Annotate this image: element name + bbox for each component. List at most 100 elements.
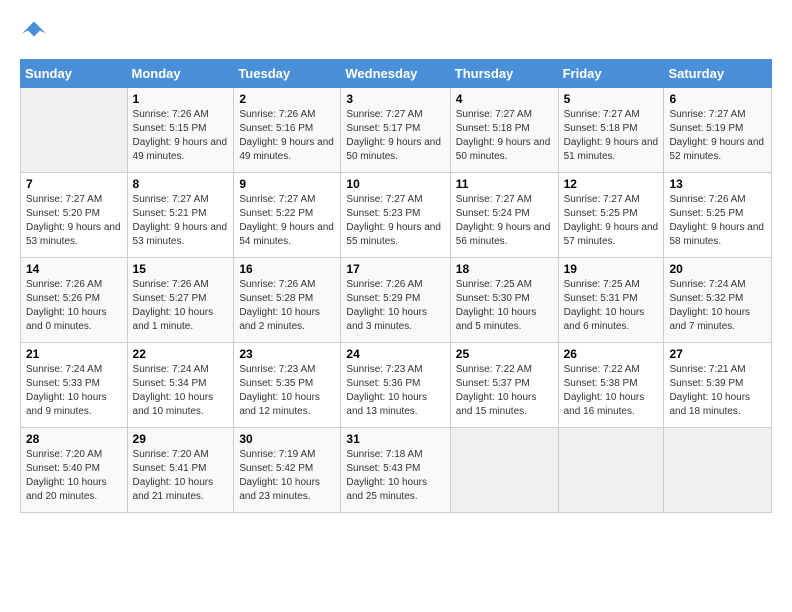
day-number: 9 — [239, 177, 335, 191]
day-number: 13 — [669, 177, 766, 191]
weekday-header-saturday: Saturday — [664, 60, 772, 88]
calendar-cell: 8 Sunrise: 7:27 AM Sunset: 5:21 PM Dayli… — [127, 173, 234, 258]
sunset-text: Sunset: 5:25 PM — [669, 208, 743, 219]
day-number: 3 — [346, 92, 444, 106]
daylight-text: Daylight: 9 hours and 54 minutes. — [239, 222, 334, 247]
sunset-text: Sunset: 5:17 PM — [346, 123, 420, 134]
day-number: 20 — [669, 262, 766, 276]
daylight-text: Daylight: 10 hours and 6 minutes. — [564, 307, 645, 332]
day-info: Sunrise: 7:27 AM Sunset: 5:20 PM Dayligh… — [26, 193, 122, 249]
daylight-text: Daylight: 9 hours and 50 minutes. — [456, 137, 551, 162]
day-number: 23 — [239, 347, 335, 361]
sunrise-text: Sunrise: 7:20 AM — [26, 449, 102, 460]
sunrise-text: Sunrise: 7:26 AM — [133, 279, 209, 290]
day-info: Sunrise: 7:19 AM Sunset: 5:42 PM Dayligh… — [239, 448, 335, 504]
sunset-text: Sunset: 5:30 PM — [456, 293, 530, 304]
daylight-text: Daylight: 10 hours and 12 minutes. — [239, 392, 320, 417]
day-info: Sunrise: 7:20 AM Sunset: 5:41 PM Dayligh… — [133, 448, 229, 504]
sunset-text: Sunset: 5:37 PM — [456, 378, 530, 389]
day-info: Sunrise: 7:27 AM Sunset: 5:22 PM Dayligh… — [239, 193, 335, 249]
sunrise-text: Sunrise: 7:27 AM — [456, 194, 532, 205]
day-info: Sunrise: 7:25 AM Sunset: 5:31 PM Dayligh… — [564, 278, 659, 334]
sunrise-text: Sunrise: 7:19 AM — [239, 449, 315, 460]
calendar-cell: 17 Sunrise: 7:26 AM Sunset: 5:29 PM Dayl… — [341, 258, 450, 343]
day-info: Sunrise: 7:26 AM Sunset: 5:28 PM Dayligh… — [239, 278, 335, 334]
daylight-text: Daylight: 10 hours and 1 minute. — [133, 307, 214, 332]
day-number: 30 — [239, 432, 335, 446]
calendar-cell: 22 Sunrise: 7:24 AM Sunset: 5:34 PM Dayl… — [127, 343, 234, 428]
calendar-cell: 1 Sunrise: 7:26 AM Sunset: 5:15 PM Dayli… — [127, 88, 234, 173]
sunrise-text: Sunrise: 7:25 AM — [564, 279, 640, 290]
logo-bird-icon — [22, 20, 46, 44]
calendar-cell: 11 Sunrise: 7:27 AM Sunset: 5:24 PM Dayl… — [450, 173, 558, 258]
daylight-text: Daylight: 10 hours and 23 minutes. — [239, 477, 320, 502]
calendar-cell: 15 Sunrise: 7:26 AM Sunset: 5:27 PM Dayl… — [127, 258, 234, 343]
calendar-cell — [664, 428, 772, 513]
daylight-text: Daylight: 9 hours and 49 minutes. — [239, 137, 334, 162]
sunrise-text: Sunrise: 7:26 AM — [669, 194, 745, 205]
sunrise-text: Sunrise: 7:24 AM — [133, 364, 209, 375]
calendar-cell: 31 Sunrise: 7:18 AM Sunset: 5:43 PM Dayl… — [341, 428, 450, 513]
day-info: Sunrise: 7:27 AM Sunset: 5:19 PM Dayligh… — [669, 108, 766, 164]
daylight-text: Daylight: 10 hours and 21 minutes. — [133, 477, 214, 502]
daylight-text: Daylight: 9 hours and 50 minutes. — [346, 137, 441, 162]
calendar-cell — [558, 428, 664, 513]
calendar-cell: 25 Sunrise: 7:22 AM Sunset: 5:37 PM Dayl… — [450, 343, 558, 428]
sunrise-text: Sunrise: 7:21 AM — [669, 364, 745, 375]
daylight-text: Daylight: 9 hours and 51 minutes. — [564, 137, 659, 162]
day-info: Sunrise: 7:26 AM Sunset: 5:29 PM Dayligh… — [346, 278, 444, 334]
day-info: Sunrise: 7:20 AM Sunset: 5:40 PM Dayligh… — [26, 448, 122, 504]
sunrise-text: Sunrise: 7:27 AM — [26, 194, 102, 205]
sunrise-text: Sunrise: 7:27 AM — [669, 109, 745, 120]
day-info: Sunrise: 7:24 AM Sunset: 5:32 PM Dayligh… — [669, 278, 766, 334]
day-number: 12 — [564, 177, 659, 191]
sunrise-text: Sunrise: 7:23 AM — [346, 364, 422, 375]
calendar-cell: 12 Sunrise: 7:27 AM Sunset: 5:25 PM Dayl… — [558, 173, 664, 258]
calendar-cell — [21, 88, 128, 173]
calendar-cell: 7 Sunrise: 7:27 AM Sunset: 5:20 PM Dayli… — [21, 173, 128, 258]
calendar-week-2: 7 Sunrise: 7:27 AM Sunset: 5:20 PM Dayli… — [21, 173, 772, 258]
day-number: 14 — [26, 262, 122, 276]
day-info: Sunrise: 7:27 AM Sunset: 5:18 PM Dayligh… — [456, 108, 553, 164]
day-info: Sunrise: 7:22 AM Sunset: 5:37 PM Dayligh… — [456, 363, 553, 419]
day-info: Sunrise: 7:26 AM Sunset: 5:27 PM Dayligh… — [133, 278, 229, 334]
daylight-text: Daylight: 10 hours and 15 minutes. — [456, 392, 537, 417]
calendar-cell: 19 Sunrise: 7:25 AM Sunset: 5:31 PM Dayl… — [558, 258, 664, 343]
day-info: Sunrise: 7:22 AM Sunset: 5:38 PM Dayligh… — [564, 363, 659, 419]
day-info: Sunrise: 7:26 AM Sunset: 5:16 PM Dayligh… — [239, 108, 335, 164]
daylight-text: Daylight: 10 hours and 18 minutes. — [669, 392, 750, 417]
daylight-text: Daylight: 9 hours and 53 minutes. — [26, 222, 121, 247]
sunrise-text: Sunrise: 7:26 AM — [239, 279, 315, 290]
sunrise-text: Sunrise: 7:18 AM — [346, 449, 422, 460]
weekday-header-friday: Friday — [558, 60, 664, 88]
daylight-text: Daylight: 10 hours and 5 minutes. — [456, 307, 537, 332]
calendar-cell: 24 Sunrise: 7:23 AM Sunset: 5:36 PM Dayl… — [341, 343, 450, 428]
calendar-cell: 2 Sunrise: 7:26 AM Sunset: 5:16 PM Dayli… — [234, 88, 341, 173]
calendar-week-1: 1 Sunrise: 7:26 AM Sunset: 5:15 PM Dayli… — [21, 88, 772, 173]
sunset-text: Sunset: 5:22 PM — [239, 208, 313, 219]
sunset-text: Sunset: 5:40 PM — [26, 463, 100, 474]
day-info: Sunrise: 7:23 AM Sunset: 5:35 PM Dayligh… — [239, 363, 335, 419]
daylight-text: Daylight: 10 hours and 2 minutes. — [239, 307, 320, 332]
calendar-cell: 23 Sunrise: 7:23 AM Sunset: 5:35 PM Dayl… — [234, 343, 341, 428]
daylight-text: Daylight: 9 hours and 53 minutes. — [133, 222, 228, 247]
sunrise-text: Sunrise: 7:26 AM — [346, 279, 422, 290]
day-info: Sunrise: 7:26 AM Sunset: 5:25 PM Dayligh… — [669, 193, 766, 249]
day-info: Sunrise: 7:26 AM Sunset: 5:26 PM Dayligh… — [26, 278, 122, 334]
daylight-text: Daylight: 9 hours and 56 minutes. — [456, 222, 551, 247]
day-number: 31 — [346, 432, 444, 446]
day-number: 19 — [564, 262, 659, 276]
calendar-cell: 9 Sunrise: 7:27 AM Sunset: 5:22 PM Dayli… — [234, 173, 341, 258]
sunrise-text: Sunrise: 7:26 AM — [133, 109, 209, 120]
calendar-cell: 26 Sunrise: 7:22 AM Sunset: 5:38 PM Dayl… — [558, 343, 664, 428]
sunrise-text: Sunrise: 7:26 AM — [26, 279, 102, 290]
day-number: 29 — [133, 432, 229, 446]
day-number: 5 — [564, 92, 659, 106]
calendar-cell: 16 Sunrise: 7:26 AM Sunset: 5:28 PM Dayl… — [234, 258, 341, 343]
sunset-text: Sunset: 5:36 PM — [346, 378, 420, 389]
day-number: 2 — [239, 92, 335, 106]
sunrise-text: Sunrise: 7:26 AM — [239, 109, 315, 120]
sunrise-text: Sunrise: 7:27 AM — [564, 109, 640, 120]
day-info: Sunrise: 7:24 AM Sunset: 5:33 PM Dayligh… — [26, 363, 122, 419]
weekday-header-tuesday: Tuesday — [234, 60, 341, 88]
